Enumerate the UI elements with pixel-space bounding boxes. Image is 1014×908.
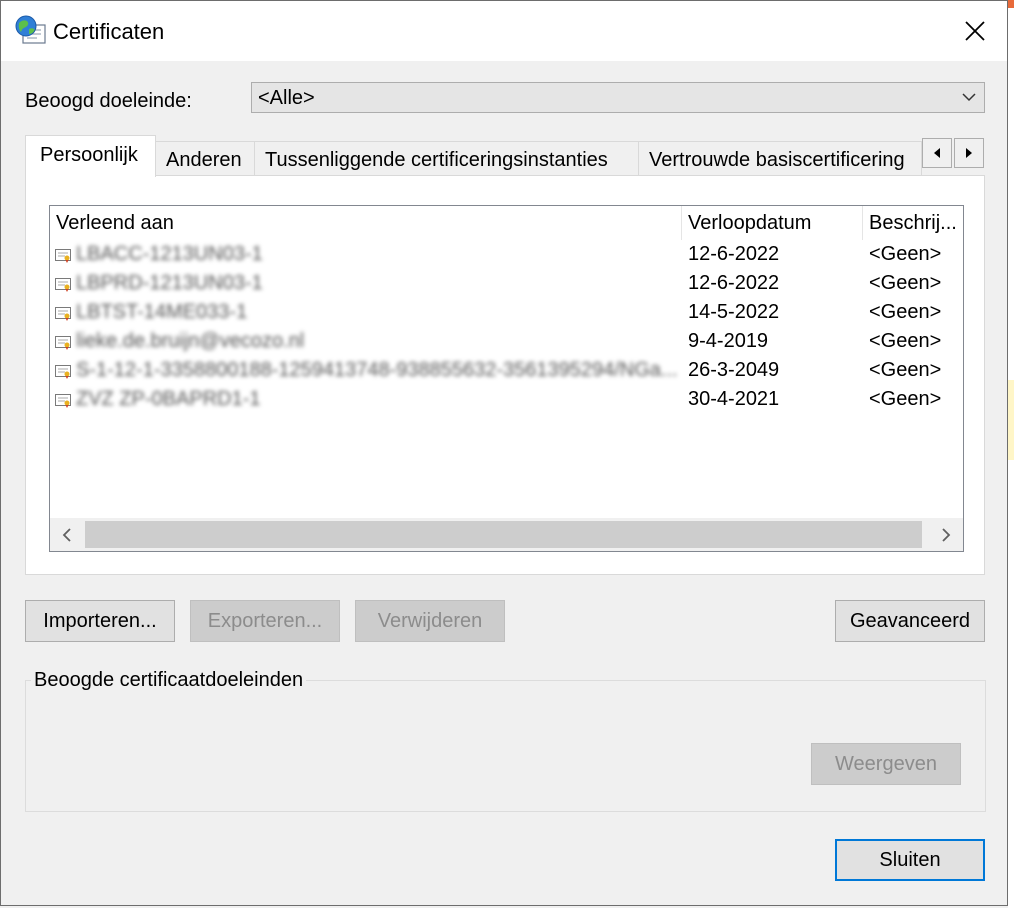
description-cell: <Geen> bbox=[869, 359, 942, 381]
scroll-left-button[interactable] bbox=[50, 518, 84, 551]
table-row[interactable]: S-1-12-1-3358800188-1259413748-938855632… bbox=[50, 357, 963, 386]
description-cell: <Geen> bbox=[869, 301, 942, 323]
tab-panel-personal: Verleend aan Verloopdatum Beschrij... LB… bbox=[25, 175, 985, 575]
expiry-date-cell: 26-3-2049 bbox=[688, 359, 780, 381]
tab-scroll-right-button[interactable] bbox=[954, 138, 984, 168]
certificate-icon bbox=[55, 249, 71, 263]
table-row[interactable]: LBTST-14ME033-1 14-5-2022 <Geen> bbox=[50, 299, 963, 328]
certificate-globe-icon bbox=[15, 15, 46, 44]
table-row[interactable]: ZVZ ZP-0BAPRD1-1 30-4-2021 <Geen> bbox=[50, 386, 963, 415]
description-cell: <Geen> bbox=[869, 330, 942, 352]
list-header: Verleend aan Verloopdatum Beschrij... bbox=[50, 206, 963, 240]
certificate-icon bbox=[55, 365, 71, 379]
chevron-down-icon bbox=[962, 93, 976, 102]
certificates-dialog: Certificaten Beoogd doeleinde: <Alle> Pe… bbox=[0, 0, 1008, 906]
issued-to-cell: LBTST-14ME033-1 bbox=[76, 301, 248, 323]
issued-to-cell: LBPRD-1213UN03-1 bbox=[76, 272, 263, 294]
tab-others[interactable]: Anderen bbox=[155, 141, 255, 175]
tab-scroll-left-button[interactable] bbox=[922, 138, 952, 168]
certificate-store-tabs: Persoonlijk Anderen Tussenliggende certi… bbox=[25, 135, 985, 177]
close-icon bbox=[965, 21, 985, 41]
intended-purpose-dropdown[interactable]: <Alle> bbox=[251, 82, 985, 113]
table-row[interactable]: LBPRD-1213UN03-1 12-6-2022 <Geen> bbox=[50, 270, 963, 299]
expiry-date-cell: 14-5-2022 bbox=[688, 301, 780, 323]
column-header-issued-to[interactable]: Verleend aan bbox=[50, 206, 682, 240]
intended-purpose-value: <Alle> bbox=[258, 87, 315, 109]
certificate-icon bbox=[55, 394, 71, 408]
window-title: Certificaten bbox=[53, 19, 165, 44]
tab-label: Anderen bbox=[166, 149, 242, 171]
issued-to-cell: lieke.de.bruijn@vecozo.nl bbox=[76, 330, 305, 352]
export-button[interactable]: Exporteren... bbox=[190, 600, 340, 642]
view-button[interactable]: Weergeven bbox=[811, 743, 961, 785]
certificate-icon bbox=[55, 278, 71, 292]
close-window-button[interactable] bbox=[957, 13, 993, 49]
certificate-icon bbox=[55, 336, 71, 350]
intended-purposes-label: Beoogde certificaatdoeleinden bbox=[31, 669, 307, 692]
description-cell: <Geen> bbox=[869, 388, 942, 410]
issued-to-cell: LBACC-1213UN03-1 bbox=[76, 243, 263, 265]
table-row[interactable]: LBACC-1213UN03-1 12-6-2022 <Geen> bbox=[50, 241, 963, 270]
title-bar: Certificaten bbox=[1, 1, 1007, 61]
expiry-date-cell: 12-6-2022 bbox=[688, 272, 780, 294]
description-cell: <Geen> bbox=[869, 243, 942, 265]
table-row[interactable]: lieke.de.bruijn@vecozo.nl 9-4-2019 <Geen… bbox=[50, 328, 963, 357]
intended-purpose-label: Beoogd doeleinde: bbox=[25, 90, 192, 112]
remove-button[interactable]: Verwijderen bbox=[355, 600, 505, 642]
close-button[interactable]: Sluiten bbox=[835, 839, 985, 881]
expiry-date-cell: 9-4-2019 bbox=[688, 330, 769, 352]
import-button[interactable]: Importeren... bbox=[25, 600, 175, 642]
horizontal-scrollbar[interactable] bbox=[50, 518, 963, 551]
tab-label: Persoonlijk bbox=[40, 144, 138, 166]
certificate-list[interactable]: Verleend aan Verloopdatum Beschrij... LB… bbox=[49, 205, 964, 552]
tab-trusted-root-authorities[interactable]: Vertrouwde basiscertificering bbox=[638, 141, 922, 175]
expiry-date-cell: 12-6-2022 bbox=[688, 243, 780, 265]
column-header-description[interactable]: Beschrij... bbox=[863, 206, 963, 240]
scroll-right-button[interactable] bbox=[929, 518, 963, 551]
tab-label: Vertrouwde basiscertificering bbox=[649, 149, 905, 171]
issued-to-cell: S-1-12-1-3358800188-1259413748-938855632… bbox=[76, 359, 676, 381]
certificate-icon bbox=[55, 307, 71, 321]
tab-intermediate-authorities[interactable]: Tussenliggende certificeringsinstanties bbox=[254, 141, 639, 175]
advanced-button[interactable]: Geavanceerd bbox=[835, 600, 985, 642]
scrollbar-thumb[interactable] bbox=[85, 521, 922, 548]
chevron-left-icon bbox=[62, 527, 71, 542]
tab-personal[interactable]: Persoonlijk bbox=[25, 135, 156, 177]
issued-to-cell: ZVZ ZP-0BAPRD1-1 bbox=[76, 388, 261, 410]
background-window-edge bbox=[1008, 0, 1014, 908]
column-header-expiry-date[interactable]: Verloopdatum bbox=[682, 206, 863, 240]
triangle-right-icon bbox=[966, 148, 972, 158]
description-cell: <Geen> bbox=[869, 272, 942, 294]
expiry-date-cell: 30-4-2021 bbox=[688, 388, 780, 410]
tab-label: Tussenliggende certificeringsinstanties bbox=[265, 149, 608, 171]
chevron-right-icon bbox=[942, 527, 951, 542]
triangle-left-icon bbox=[934, 148, 940, 158]
